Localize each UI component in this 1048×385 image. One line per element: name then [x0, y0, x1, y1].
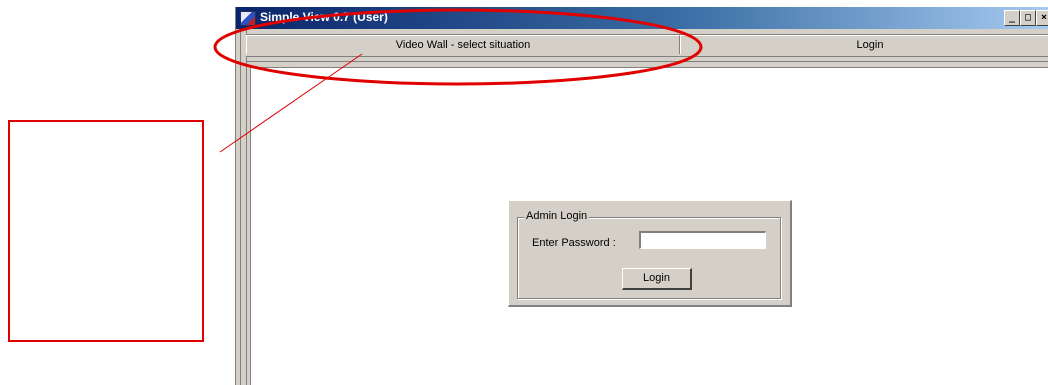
frame-divider	[240, 29, 241, 385]
admin-login-panel: Admin Login Enter Password : Login	[508, 200, 792, 307]
annotation-callout-box	[8, 120, 204, 342]
password-field[interactable]	[639, 231, 766, 249]
tab-divider	[246, 61, 1048, 62]
password-label: Enter Password :	[532, 237, 616, 249]
login-button[interactable]: Login	[622, 268, 692, 290]
tab-video-wall[interactable]: Video Wall - select situation	[246, 35, 680, 54]
close-button[interactable]: ×	[1036, 10, 1048, 26]
maximize-button[interactable]: □	[1020, 10, 1036, 26]
tab-login[interactable]: Login	[680, 35, 1048, 54]
tab-bar: Video Wall - select situation Login	[246, 34, 1048, 57]
title-bar[interactable]: Simple View 0.7 (User) _ □ ×	[236, 7, 1048, 29]
window-title: Simple View 0.7 (User)	[260, 10, 388, 24]
minimize-button[interactable]: _	[1004, 10, 1020, 26]
left-frame	[237, 29, 247, 385]
app-icon	[240, 11, 256, 26]
group-title: Admin Login	[524, 210, 590, 222]
admin-login-group: Admin Login Enter Password : Login	[517, 210, 781, 299]
app-window: Simple View 0.7 (User) _ □ × Video Wall …	[235, 7, 1048, 385]
